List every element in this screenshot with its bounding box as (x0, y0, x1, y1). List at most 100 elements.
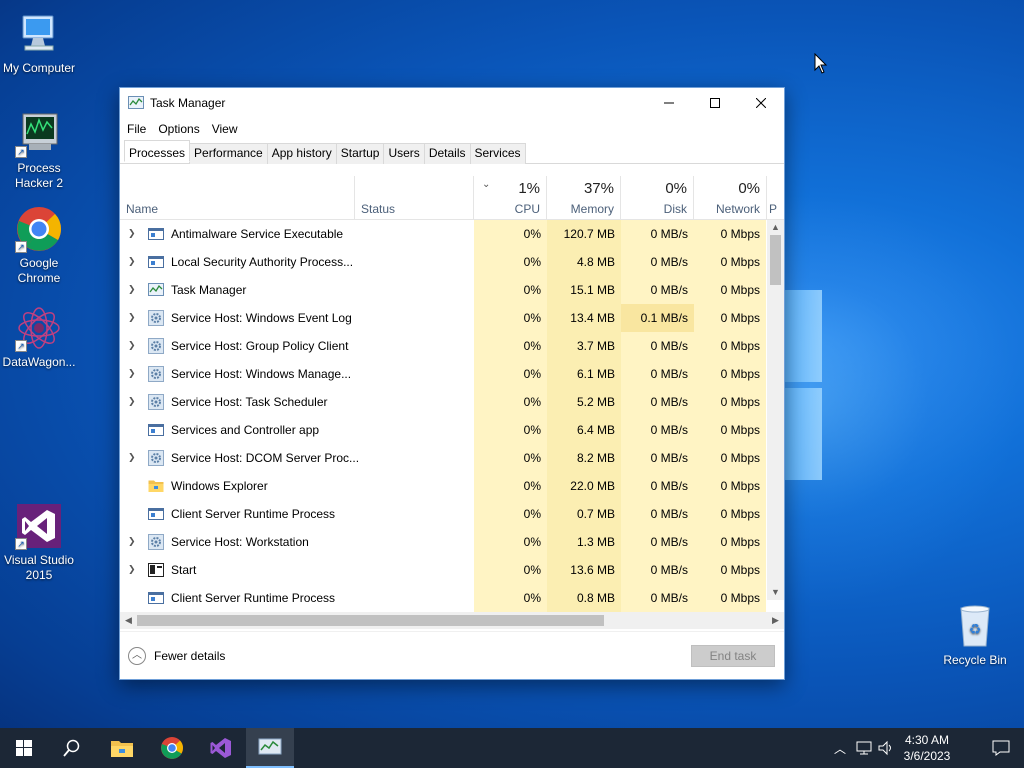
expand-chevron-icon[interactable]: ❯ (128, 340, 138, 350)
minimize-icon (664, 102, 674, 104)
desktop-icon-process-hacker[interactable]: ↗ Process Hacker 2 (0, 110, 78, 191)
disk-value: 0 MB/s (650, 339, 688, 353)
visual-studio-icon: ↗ (15, 502, 63, 550)
close-button[interactable] (738, 88, 784, 118)
tab-performance[interactable]: Performance (189, 143, 268, 164)
scroll-down-icon[interactable]: ▼ (767, 585, 784, 600)
table-row[interactable]: ❯ Antimalware Service Executable 0% 120.7 M… (120, 220, 766, 248)
menu-file[interactable]: File (127, 122, 146, 136)
expand-chevron-icon[interactable]: ❯ (128, 452, 138, 462)
table-row[interactable]: Client Server Runtime Process 0% 0.8 MB 0 M… (120, 584, 766, 612)
expand-chevron-icon[interactable]: ❯ (128, 564, 138, 574)
menu-options[interactable]: Options (158, 122, 199, 136)
table-row[interactable]: ❯ Start 0% 13.6 MB 0 MB/s 0 Mbps (120, 556, 766, 584)
expand-chevron-icon[interactable]: ❯ (128, 284, 138, 294)
desktop-icon-datawagon[interactable]: ↗ DataWagon... (0, 304, 78, 370)
search-button[interactable] (48, 728, 96, 768)
gear-icon (148, 310, 164, 326)
expand-chevron-icon[interactable]: ❯ (128, 536, 138, 546)
clock[interactable]: 4:30 AM 3/6/2023 (892, 732, 962, 764)
memory-value: 13.4 MB (570, 311, 615, 325)
process-name: Service Host: Task Scheduler (171, 395, 328, 409)
header-status[interactable]: Status (355, 176, 474, 220)
header-memory[interactable]: 37% Memory (547, 176, 621, 220)
action-center-icon[interactable] (992, 740, 1010, 756)
network-icon[interactable] (856, 741, 872, 755)
expand-chevron-icon[interactable]: ❯ (128, 396, 138, 406)
table-row[interactable]: ❯ Service Host: Windows Manage... 0% 6.1 MB… (120, 360, 766, 388)
disk-value: 0 MB/s (650, 283, 688, 297)
table-row[interactable]: ❯ Service Host: Workstation 0% 1.3 MB 0 MB/s… (120, 528, 766, 556)
taskbar-file-explorer[interactable] (98, 728, 146, 768)
cpu-value: 0% (523, 255, 541, 269)
header-network[interactable]: 0% Network (694, 176, 767, 220)
memory-value: 8.2 MB (576, 451, 615, 465)
scroll-left-icon[interactable]: ◀ (120, 612, 137, 629)
horizontal-scrollbar[interactable]: ◀ ▶ (120, 612, 784, 629)
title-bar[interactable]: Task Manager (120, 88, 784, 118)
table-row[interactable]: ❯ Service Host: Task Scheduler 0% 5.2 MB 0 M… (120, 388, 766, 416)
tab-services[interactable]: Services (469, 143, 526, 164)
end-task-button[interactable]: End task (691, 645, 775, 667)
expand-chevron-icon[interactable]: ❯ (128, 228, 138, 238)
header-disk[interactable]: 0% Disk (621, 176, 694, 220)
desktop-icon-label: My Computer (2, 61, 76, 75)
horizontal-scroll-thumb[interactable] (137, 615, 604, 626)
desktop-icon-recycle-bin[interactable]: ♻ Recycle Bin (936, 602, 1014, 668)
table-row[interactable]: Services and Controller app 0% 6.4 MB 0 MB/… (120, 416, 766, 444)
cpu-value: 0% (523, 395, 541, 409)
network-percent: 0% (738, 180, 760, 197)
network-value: 0 Mbps (720, 255, 760, 269)
tab-startup[interactable]: Startup (335, 143, 385, 164)
start-button[interactable] (0, 728, 48, 768)
table-row[interactable]: Client Server Runtime Process 0% 0.7 MB 0 M… (120, 500, 766, 528)
tab-users[interactable]: Users (383, 143, 425, 164)
header-power-label: P (769, 202, 778, 216)
process-name: Services and Controller app (171, 423, 320, 437)
table-row[interactable]: ❯ Service Host: Group Policy Client 0% 3.7 … (120, 332, 766, 360)
taskbar-task-manager[interactable] (246, 728, 294, 768)
process-hacker-icon: ↗ (15, 110, 63, 158)
cpu-percent: 1% (518, 180, 540, 197)
disk-value: 0 MB/s (650, 535, 688, 549)
memory-value: 13.6 MB (570, 563, 615, 577)
table-row[interactable]: ❯ Service Host: DCOM Server Proc... 0% 8.2 … (120, 444, 766, 472)
maximize-button[interactable] (692, 88, 738, 118)
expand-chevron-icon[interactable]: ❯ (128, 256, 138, 266)
scroll-up-icon[interactable]: ▲ (767, 220, 784, 235)
vertical-scroll-thumb[interactable] (770, 235, 781, 285)
table-row[interactable]: ❯ Service Host: Windows Event Log 0% 13.4 M… (120, 304, 766, 332)
table-row[interactable]: Windows Explorer 0% 22.0 MB 0 MB/s 0 Mbps (120, 472, 766, 500)
memory-value: 0.7 MB (576, 507, 615, 521)
vertical-scrollbar[interactable]: ▲ ▼ (767, 220, 784, 600)
desktop-icon-my-computer[interactable]: My Computer (0, 10, 78, 76)
fewer-details-button[interactable]: ︿ Fewer details (128, 647, 225, 665)
expand-chevron-icon[interactable]: ❯ (128, 312, 138, 322)
desktop-icon-label: Google Chrome (17, 256, 61, 285)
tab-details[interactable]: Details (423, 143, 471, 164)
minimize-button[interactable] (646, 88, 692, 118)
show-hidden-icons-chevron-icon[interactable]: ︿ (834, 740, 846, 757)
menu-view[interactable]: View (212, 122, 238, 136)
network-value: 0 Mbps (720, 507, 760, 521)
gear-icon (148, 450, 164, 466)
memory-value: 15.1 MB (570, 283, 615, 297)
cpu-value: 0% (523, 451, 541, 465)
header-power[interactable]: P (767, 176, 784, 220)
windows-start-icon (16, 740, 32, 756)
scroll-right-icon[interactable]: ▶ (767, 612, 784, 629)
expand-chevron-icon[interactable]: ❯ (128, 368, 138, 378)
start-icon (148, 562, 164, 578)
network-value: 0 Mbps (720, 423, 760, 437)
network-value: 0 Mbps (720, 339, 760, 353)
taskbar-chrome[interactable] (148, 728, 196, 768)
desktop-icon-visual-studio[interactable]: ↗ Visual Studio 2015 (0, 502, 78, 583)
tab-app-history[interactable]: App history (266, 143, 337, 164)
header-cpu[interactable]: ⌄ 1% CPU (474, 176, 547, 220)
header-name[interactable]: Name (120, 176, 355, 220)
taskbar-visual-studio[interactable] (197, 728, 245, 768)
table-row[interactable]: ❯ Task Manager 0% 15.1 MB 0 MB/s 0 Mbps (120, 276, 766, 304)
tab-processes[interactable]: Processes (124, 140, 191, 162)
desktop-icon-google-chrome[interactable]: ↗ Google Chrome (0, 205, 78, 286)
table-row[interactable]: ❯ Local Security Authority Process... 0% 4.… (120, 248, 766, 276)
